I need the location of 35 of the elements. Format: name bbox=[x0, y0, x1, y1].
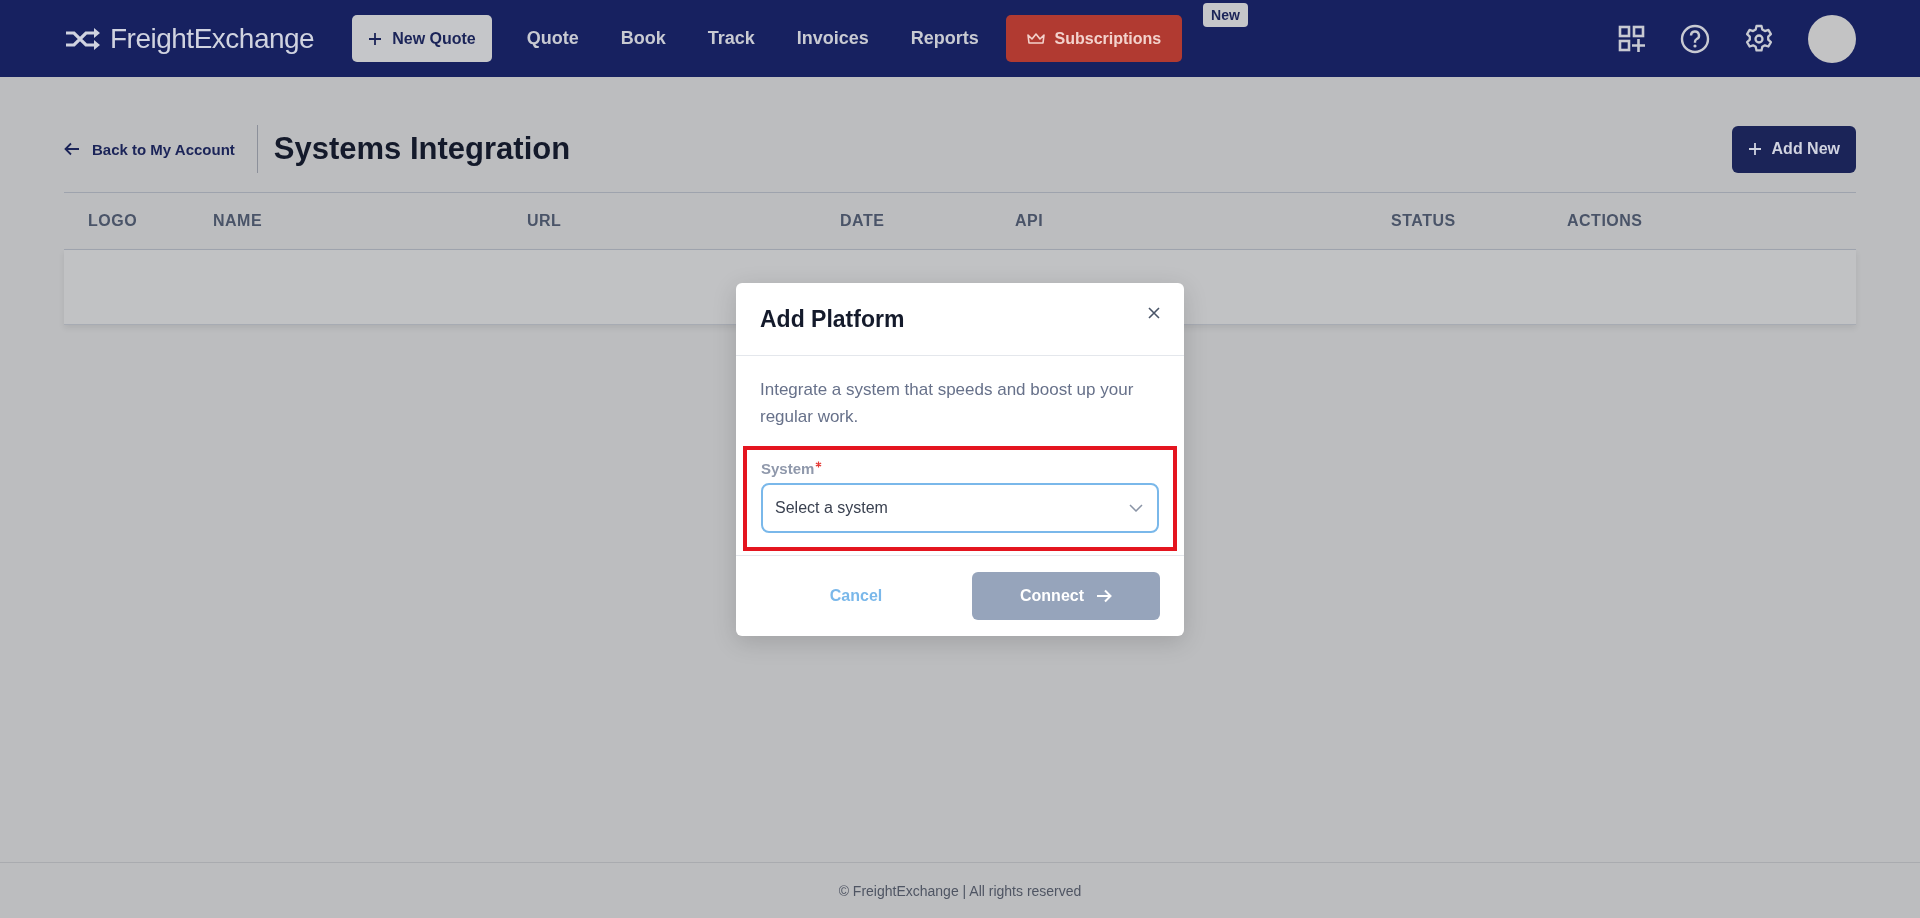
field-label: System bbox=[761, 460, 815, 477]
column-header: API bbox=[1015, 212, 1044, 230]
nav-link[interactable]: Invoices bbox=[775, 28, 890, 49]
dialog-description: Integrate a system that speeds and boost up your regular work. bbox=[760, 379, 1135, 428]
column-header: NAME bbox=[213, 212, 263, 230]
subscriptions-button[interactable]: Subscriptions bbox=[1005, 15, 1182, 62]
add-new-button[interactable]: Add New bbox=[1731, 125, 1856, 173]
nav-link[interactable]: Book bbox=[599, 28, 687, 49]
plus-icon bbox=[1747, 142, 1762, 156]
column-header: LOGO bbox=[88, 212, 138, 230]
new-badge: New bbox=[1203, 3, 1248, 27]
back-link[interactable]: Back to My Account bbox=[64, 140, 235, 158]
avatar[interactable] bbox=[1808, 14, 1856, 63]
column-header: URL bbox=[527, 212, 562, 230]
column-header: DATE bbox=[840, 212, 885, 230]
arrow-left-icon bbox=[64, 142, 80, 156]
plus-icon bbox=[368, 31, 383, 46]
new-quote-button[interactable]: New Quote bbox=[352, 15, 492, 62]
help-icon[interactable] bbox=[1680, 23, 1710, 54]
arrow-right-icon bbox=[1096, 589, 1112, 603]
dialog-title: Add Platform bbox=[760, 305, 905, 333]
page-title: Systems Integration bbox=[273, 131, 571, 167]
close-icon bbox=[1148, 307, 1160, 319]
system-select[interactable]: Select a system bbox=[761, 483, 1159, 533]
nav-link[interactable]: Quote bbox=[505, 28, 600, 49]
add-widget-icon[interactable] bbox=[1618, 24, 1646, 53]
nav-link[interactable]: Reports bbox=[889, 28, 1000, 49]
footer-text: © FreightExchange | All rights reserved bbox=[838, 882, 1082, 899]
nav-link[interactable]: Track bbox=[686, 28, 776, 49]
settings-icon[interactable] bbox=[1744, 23, 1774, 54]
chevron-down-icon bbox=[1129, 504, 1143, 512]
logo-text[interactable]: FreightExchange bbox=[110, 22, 315, 55]
crown-icon bbox=[1026, 32, 1045, 45]
column-header: ACTIONS bbox=[1567, 212, 1643, 230]
column-header: STATUS bbox=[1391, 212, 1456, 230]
